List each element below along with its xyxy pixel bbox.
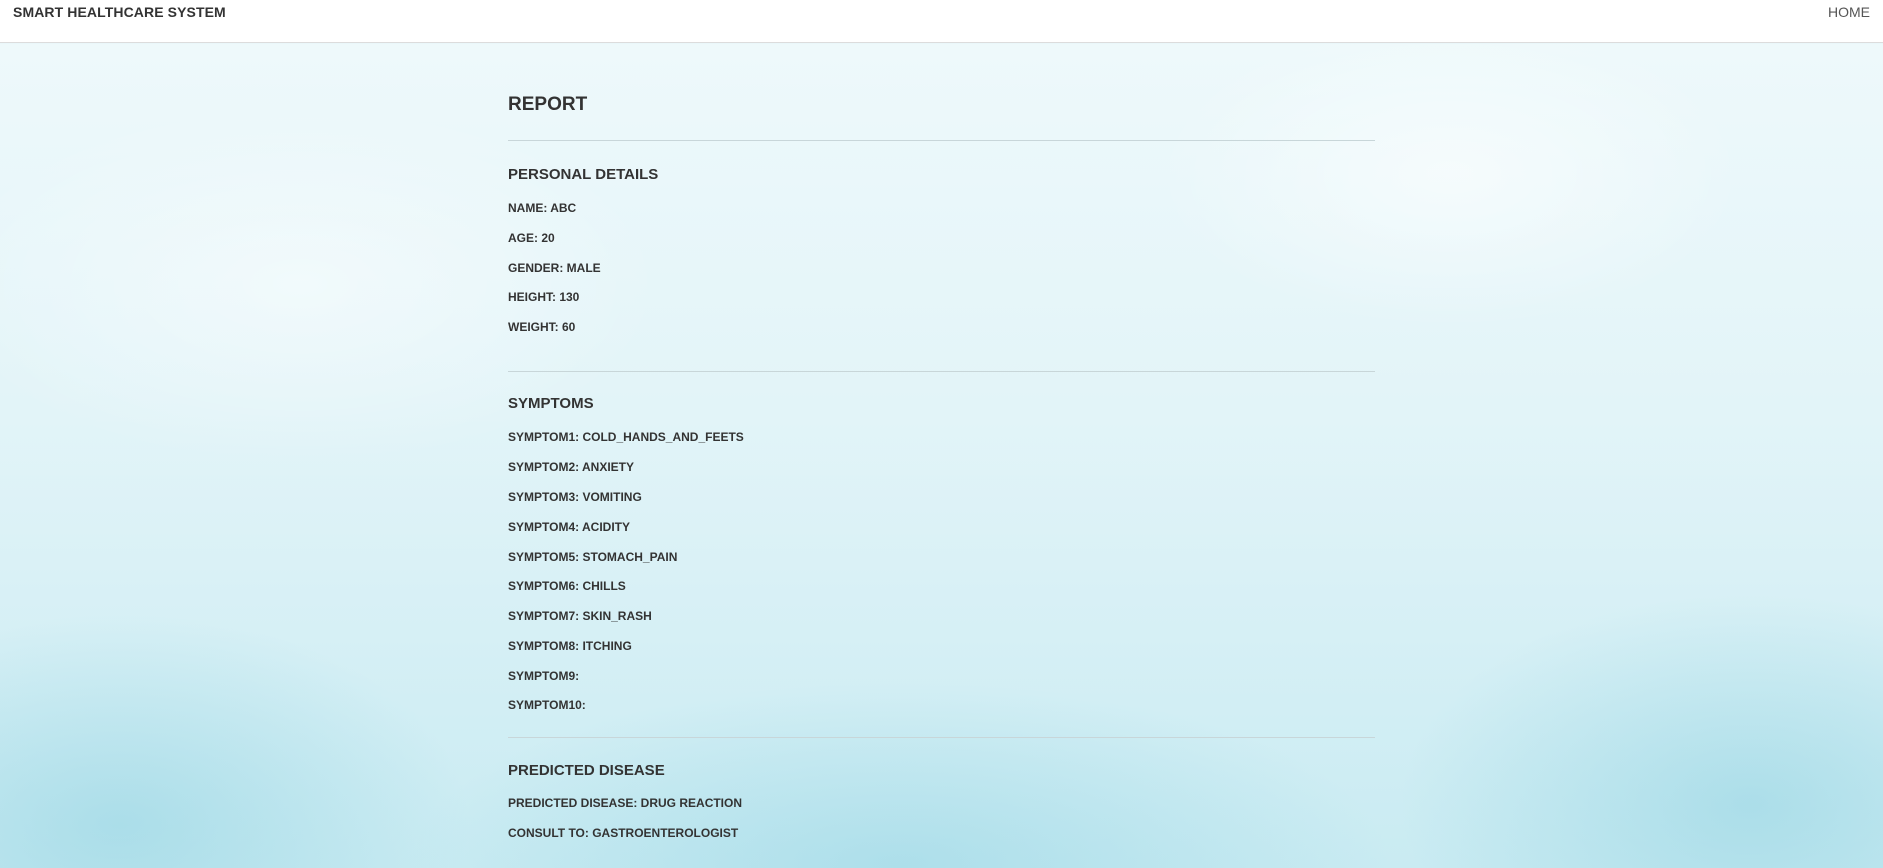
symptom-item: SYMPTOM5: STOMACH_PAIN <box>508 550 678 564</box>
symptom-item: SYMPTOM7: SKIN_RASH <box>508 609 652 623</box>
page-title: REPORT <box>508 94 588 115</box>
symptom-item: SYMPTOM2: ANXIETY <box>508 460 635 474</box>
symptom-item: SYMPTOM9: <box>508 669 580 683</box>
symptoms-heading: SYMPTOMS <box>508 395 594 412</box>
home-link[interactable]: HOME <box>1828 4 1870 20</box>
navbar: SMART HEALTHCARE SYSTEM HOME <box>0 0 1883 43</box>
symptom-item: SYMPTOM1: COLD_HANDS_AND_FEETS <box>508 430 744 444</box>
age-field: AGE: 20 <box>508 231 555 245</box>
divider <box>508 371 1375 372</box>
watercolor-background <box>0 44 1883 868</box>
symptom-item: SYMPTOM3: VOMITING <box>508 490 642 504</box>
consult-field: CONSULT TO: GASTROENTEROLOGIST <box>508 826 739 840</box>
symptom-item: SYMPTOM6: CHILLS <box>508 579 626 593</box>
divider <box>508 140 1375 141</box>
symptom-item: SYMPTOM8: ITCHING <box>508 639 632 653</box>
brand-link[interactable]: SMART HEALTHCARE SYSTEM <box>13 4 226 20</box>
divider <box>508 737 1375 738</box>
height-field: HEIGHT: 130 <box>508 290 580 304</box>
symptom-item: SYMPTOM10: <box>508 698 586 712</box>
personal-details-heading: PERSONAL DETAILS <box>508 166 659 183</box>
predicted-disease-heading: PREDICTED DISEASE <box>508 762 665 779</box>
weight-field: WEIGHT: 60 <box>508 320 576 334</box>
name-field: NAME: ABC <box>508 201 577 215</box>
predicted-disease-field: PREDICTED DISEASE: DRUG REACTION <box>508 796 743 810</box>
gender-field: GENDER: MALE <box>508 261 601 275</box>
symptom-item: SYMPTOM4: ACIDITY <box>508 520 631 534</box>
